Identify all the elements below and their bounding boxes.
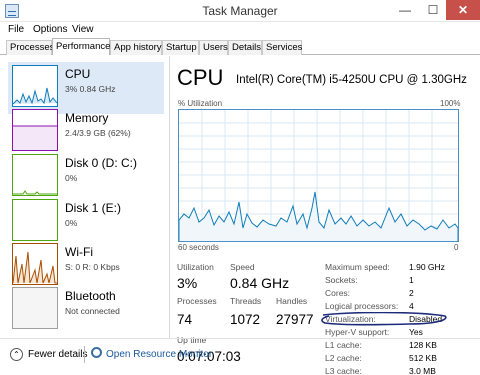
sidebar-item-label: Disk 0 (D: C:) — [65, 156, 137, 170]
spec-value: 2 — [409, 288, 414, 298]
minimize-button[interactable]: — — [392, 0, 418, 20]
tab-performance[interactable]: Performance — [52, 38, 110, 55]
wifi-thumbnail-graph — [13, 251, 57, 284]
fewer-details-link[interactable]: Fewer details — [28, 349, 87, 360]
sidebar-item-label: CPU — [65, 67, 91, 81]
sidebar-item-label: Memory — [65, 111, 109, 125]
bluetooth-thumbnail — [12, 287, 58, 329]
menu-bar: File Options View — [0, 22, 480, 38]
tab-bar: Processes Performance App history Startu… — [0, 38, 480, 55]
maximize-button[interactable]: ☐ — [420, 0, 446, 20]
tab-users[interactable]: Users — [199, 40, 228, 55]
menu-file[interactable]: File — [8, 24, 24, 35]
menu-options[interactable]: Options — [33, 24, 67, 35]
menu-view[interactable]: View — [72, 24, 94, 35]
tab-startup[interactable]: Startup — [162, 40, 199, 55]
resource-monitor-icon — [91, 347, 102, 358]
utilization-axis-label: % Utilization — [178, 99, 223, 108]
disk-0-thumbnail-graph — [13, 190, 57, 195]
tab-services[interactable]: Services — [262, 40, 302, 55]
disk-0-thumbnail — [12, 154, 58, 196]
sidebar-item-bluetooth[interactable]: Bluetooth Not connected — [8, 284, 164, 336]
sidebar-item-detail: 0% — [65, 218, 78, 228]
tab-details[interactable]: Details — [228, 40, 262, 55]
wifi-thumbnail — [12, 243, 58, 285]
speed-value: 0.84 GHz — [230, 275, 290, 291]
cpu-utilization-graph — [178, 109, 459, 242]
footer: ⌃ Fewer details Open Resource Monitor — [0, 338, 480, 375]
spec-value: 1.90 GHz — [409, 262, 445, 272]
disk-1-thumbnail — [12, 199, 58, 241]
spec-value: 1 — [409, 275, 414, 285]
memory-thumbnail — [12, 109, 58, 151]
resource-sidebar: CPU 3% 0.84 GHz Memory 2.4/3.9 GB (62%) … — [0, 56, 170, 338]
memory-thumbnail-graph — [13, 125, 57, 150]
open-resource-monitor-link[interactable]: Open Resource Monitor — [106, 349, 212, 360]
processes-label: Processes — [177, 296, 217, 306]
page-title: CPU — [177, 65, 224, 90]
speed-label: Speed — [230, 262, 255, 272]
footer-divider — [84, 346, 85, 363]
cpu-thumbnail-graph — [13, 87, 57, 105]
sidebar-item-label: Disk 1 (E:) — [65, 201, 122, 215]
processes-value: 74 — [177, 312, 193, 327]
time-axis-label: 60 seconds — [178, 243, 219, 252]
tab-processes[interactable]: Processes — [6, 40, 54, 55]
spec-value: 4 — [409, 301, 414, 311]
cpu-detail-panel: CPU Intel(R) Core(TM) i5-4250U CPU @ 1.3… — [171, 56, 480, 375]
sidebar-item-label: Bluetooth — [65, 289, 116, 303]
sidebar-item-label: Wi-Fi — [65, 245, 93, 259]
sidebar-item-detail: 2.4/3.9 GB (62%) — [65, 128, 131, 138]
spec-value: Yes — [409, 327, 423, 337]
handles-label: Handles — [276, 296, 308, 306]
spec-key: Logical processors: — [325, 301, 399, 311]
sidebar-item-detail: S: 0 R: 0 Kbps — [65, 262, 120, 272]
cpu-thumbnail — [12, 65, 58, 107]
chevron-up-icon[interactable]: ⌃ — [10, 348, 23, 361]
utilization-value: 3% — [177, 275, 198, 291]
spec-key: Cores: — [325, 288, 351, 298]
close-button[interactable]: ✕ — [446, 0, 480, 20]
handles-value: 27977 — [276, 312, 314, 327]
hand-drawn-circle-annotation — [321, 312, 447, 326]
max-axis-label: 100% — [440, 99, 461, 108]
cpu-model-name: Intel(R) Core(TM) i5-4250U CPU @ 1.30GHz — [236, 74, 467, 86]
spec-key: Hyper-V support: — [325, 327, 390, 337]
sidebar-item-detail: 0% — [65, 173, 78, 183]
title-bar: Task Manager — ☐ ✕ — [0, 0, 480, 22]
zero-axis-label: 0 — [454, 243, 459, 252]
spec-key: Maximum speed: — [325, 262, 390, 272]
threads-value: 1072 — [230, 312, 261, 327]
tab-app-history[interactable]: App history — [110, 40, 162, 55]
sidebar-item-detail: Not connected — [65, 306, 120, 316]
sidebar-item-detail: 3% 0.84 GHz — [65, 84, 116, 94]
utilization-label: Utilization — [177, 262, 214, 272]
threads-label: Threads — [230, 296, 262, 306]
cpu-utilization-plot — [179, 110, 458, 241]
spec-key: Sockets: — [325, 275, 358, 285]
